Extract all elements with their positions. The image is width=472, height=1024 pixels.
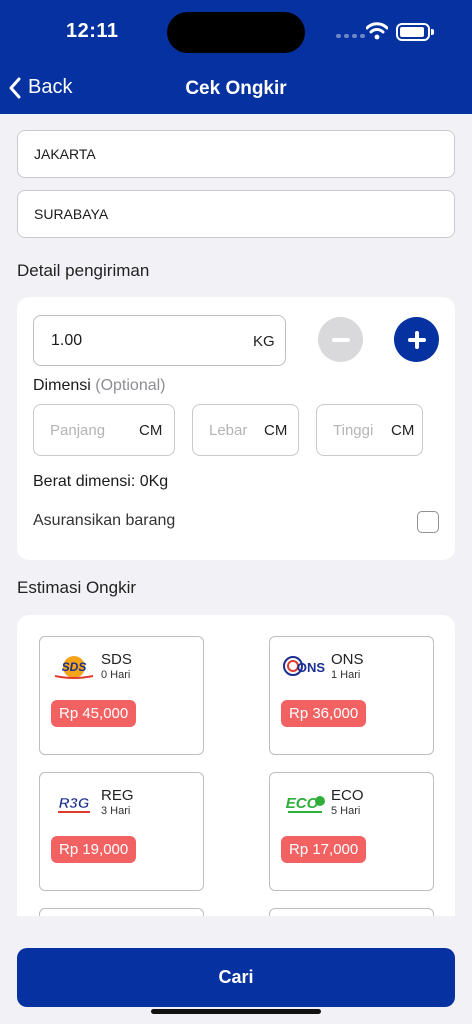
service-name: SDS	[101, 651, 132, 668]
height-placeholder: Tinggi	[333, 422, 374, 439]
length-placeholder: Panjang	[50, 422, 106, 439]
length-unit: CM	[139, 422, 163, 439]
dynamic-island	[167, 12, 305, 53]
increase-weight-button[interactable]	[394, 317, 439, 362]
price-badge: Rp 19,000	[51, 836, 137, 863]
service-days: 5 Hari	[331, 805, 361, 817]
insurance-checkbox[interactable]	[417, 511, 439, 533]
wifi-icon	[366, 22, 388, 40]
service-card-partial[interactable]	[269, 908, 434, 916]
service-days: 3 Hari	[101, 805, 131, 817]
width-unit: CM	[264, 422, 288, 439]
width-input[interactable]: Lebar CM	[192, 404, 299, 456]
svg-text:ONS: ONS	[297, 660, 326, 675]
navigation-bar: 12:11 Back Cek Ongkir	[0, 0, 472, 114]
battery-icon	[396, 23, 434, 41]
weight-input[interactable]: 1.00 KG	[33, 315, 286, 366]
dimension-label: Dimensi (Optional)	[33, 377, 166, 394]
ons-logo-icon: ONS	[283, 656, 326, 676]
search-button-label: Cari	[218, 967, 254, 987]
service-card-sds[interactable]: SDS SDS 0 Hari Rp 45,000	[39, 636, 204, 755]
service-name: ECO	[331, 787, 364, 804]
origin-field[interactable]: JAKARTA	[17, 130, 455, 178]
sds-logo-icon: SDS	[54, 656, 94, 679]
home-indicator	[151, 1009, 321, 1014]
plus-icon	[407, 330, 426, 349]
status-time: 12:11	[66, 20, 119, 42]
decrease-weight-button[interactable]	[318, 317, 363, 362]
width-placeholder: Lebar	[209, 422, 248, 439]
svg-text:SDS: SDS	[62, 660, 87, 674]
service-days: 1 Hari	[331, 669, 361, 681]
dimension-weight-text: Berat dimensi: 0Kg	[33, 473, 169, 490]
search-button[interactable]: Cari	[17, 948, 455, 1007]
estimate-card: SDS SDS 0 Hari Rp 45,000 ONS ONS 1 Hari …	[17, 615, 455, 916]
destination-value: SURABAYA	[34, 206, 109, 222]
reg-logo-icon: R3G	[58, 795, 90, 813]
length-input[interactable]: Panjang CM	[33, 404, 175, 456]
svg-text:ECO: ECO	[286, 795, 319, 812]
price-badge: Rp 17,000	[281, 836, 367, 863]
service-name: REG	[101, 787, 134, 804]
height-input[interactable]: Tinggi CM	[316, 404, 423, 456]
optional-hint: (Optional)	[95, 377, 166, 394]
page-title: Cek Ongkir	[185, 78, 287, 99]
destination-field[interactable]: SURABAYA	[17, 190, 455, 238]
detail-section-title: Detail pengiriman	[17, 261, 150, 280]
insurance-label: Asuransikan barang	[33, 512, 176, 529]
price-badge: Rp 36,000	[281, 700, 367, 727]
service-card-ons[interactable]: ONS ONS 1 Hari Rp 36,000	[269, 636, 434, 755]
minus-icon	[331, 337, 350, 342]
service-card-eco[interactable]: ECO ECO 5 Hari Rp 17,000	[269, 772, 434, 891]
service-card-reg[interactable]: R3G REG 3 Hari Rp 19,000	[39, 772, 204, 891]
svg-text:R3G: R3G	[59, 795, 90, 812]
service-days: 0 Hari	[101, 669, 131, 681]
price-badge: Rp 45,000	[51, 700, 137, 727]
service-name: ONS	[331, 651, 364, 668]
service-card-partial[interactable]	[39, 908, 204, 916]
estimate-section-title: Estimasi Ongkir	[17, 578, 137, 597]
cellular-signal-icon	[336, 34, 365, 38]
weight-unit: KG	[253, 333, 275, 350]
weight-value: 1.00	[51, 332, 83, 349]
height-unit: CM	[391, 422, 415, 439]
origin-value: JAKARTA	[34, 146, 96, 162]
eco-logo-icon: ECO	[286, 795, 325, 813]
